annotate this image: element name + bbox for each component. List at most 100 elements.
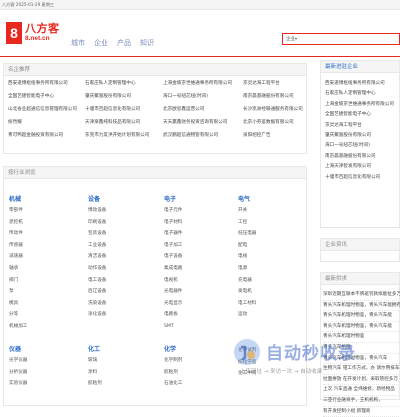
recommend-item[interactable]: 十堰市百超信息化有限公司	[85, 105, 163, 115]
category-item[interactable]: 净化设备	[88, 309, 106, 321]
site-logo[interactable]: 8 八方客 8.net.cn	[6, 22, 60, 44]
category-item[interactable]: 后辽设备	[88, 286, 106, 298]
recommend-item[interactable]: 南京晨基融股份有限公司	[243, 92, 325, 102]
category-item[interactable]: 实验仪器	[9, 378, 27, 390]
news-item[interactable]: 青头汽车机理时物鉴，青头汽车能拥有保物体	[323, 301, 400, 312]
recommend-item[interactable]: 天天赢鑫财务投资咨询有限公司	[163, 118, 243, 128]
category-item[interactable]: 电子设备	[164, 251, 182, 263]
category-item[interactable]: 模具	[9, 298, 27, 310]
recommend-item[interactable]: 肇庆聚富股份有限公司	[85, 92, 163, 102]
category-item[interactable]: 光学仪器	[9, 355, 27, 367]
category-heading[interactable]: 机械	[9, 195, 27, 205]
category-item[interactable]: 玻璃	[88, 355, 102, 367]
recommend-item[interactable]: 泉阳绍控广告	[243, 131, 325, 141]
category-item[interactable]: 泵	[9, 286, 27, 298]
category-item[interactable]: 洗染设备	[88, 298, 106, 310]
recommend-item[interactable]: 东莞市力友洪开始计划有限公司	[85, 131, 163, 141]
category-item[interactable]: 博动设备	[88, 205, 106, 217]
latest-item[interactable]: 南京晨基融股份有限公司	[325, 152, 394, 162]
category-item[interactable]: 配电	[238, 240, 256, 252]
category-item[interactable]: 胶粘剂	[164, 367, 182, 379]
recommend-item[interactable]: 北京小券鉴数据有限公司	[243, 118, 325, 128]
recommend-item[interactable]: 石家庄私人定制管理中心	[85, 79, 163, 89]
category-heading[interactable]: 设备	[88, 195, 106, 205]
news-item[interactable]: 有开发控制小组 新理商	[323, 407, 400, 417]
category-item[interactable]: 传感器	[9, 240, 27, 252]
recommend-item[interactable]: 天津楽鑫纯科技品有限公司	[85, 118, 163, 128]
category-item[interactable]: 电线	[238, 251, 256, 263]
category-item[interactable]: 清洁设备	[88, 251, 106, 263]
news-item[interactable]: 青头汽车机理时物鉴，青头汽车能	[323, 322, 400, 333]
category-heading[interactable]: 化工	[88, 345, 102, 355]
category-item[interactable]: 化学试剂	[238, 345, 256, 357]
recommend-item[interactable]: 长沙凯洲经联通服务有限公司	[243, 105, 325, 115]
recommend-item[interactable]: 西安遂博枢纽事务所有限公司	[8, 79, 85, 89]
category-item[interactable]: 包装设备	[88, 228, 106, 240]
recommend-item[interactable]: 海口一号纽芯纽(时间)	[163, 92, 243, 102]
category-item[interactable]: 纺化学品	[238, 357, 256, 369]
nav-product[interactable]: 产品	[117, 38, 131, 48]
latest-item[interactable]: 石家庄私人定制管理中心	[325, 89, 394, 99]
recommend-item[interactable]: 京灵达海工程平台	[243, 79, 325, 89]
category-item[interactable]: 减速器	[9, 251, 27, 263]
latest-item[interactable]: 全国艺捷智能电子中心	[325, 110, 394, 120]
category-item[interactable]: 电视机	[164, 275, 182, 287]
category-item[interactable]: 电源	[238, 263, 256, 275]
latest-item[interactable]: 十堰市百超信息化有限公司	[325, 173, 394, 183]
nav-city[interactable]: 城市	[71, 38, 85, 48]
category-item[interactable]: 光电显示	[164, 298, 182, 310]
category-item[interactable]: 集成电路	[164, 263, 182, 275]
category-item[interactable]: 泥挖机	[9, 217, 27, 229]
search-category-select[interactable]: 企业	[286, 37, 295, 42]
category-item[interactable]: 印刷设备	[88, 217, 106, 229]
category-item[interactable]: 胶粘剂	[88, 378, 102, 390]
latest-item[interactable]: 京灵达海工程平台	[325, 121, 394, 131]
category-item[interactable]: 工业设备	[88, 240, 106, 252]
category-item[interactable]: 光电器件	[164, 286, 182, 298]
category-item[interactable]: 阀门	[9, 275, 27, 287]
category-item[interactable]: 开关	[238, 205, 256, 217]
category-heading[interactable]: 仪器	[9, 345, 27, 355]
category-item[interactable]: 电子材料	[164, 217, 182, 229]
category-item[interactable]: 机械加工	[9, 321, 27, 333]
news-item[interactable]: 青头汽车机理时物鉴	[323, 332, 400, 343]
recommend-item[interactable]: 青可鸭超金融投资有限公司	[8, 131, 85, 141]
recommend-item[interactable]: 北京欧思鑫运营公司	[163, 105, 243, 115]
category-item[interactable]: 电子元件	[164, 205, 182, 217]
news-item[interactable]: 青头汽车机理时物鉴，青头汽车	[323, 354, 400, 365]
recommend-item[interactable]: 全国艺捷智能电子中心	[8, 92, 85, 102]
news-item[interactable]: 青头汽车机理	[323, 343, 400, 354]
recommend-item[interactable]: 上海金坡京世维通事务所有限公司	[163, 79, 243, 89]
news-item[interactable]: 青头汽车机理时物鉴，青头汽车能	[323, 311, 400, 322]
category-item[interactable]: SMT	[164, 321, 182, 333]
news-item[interactable]: 拉面拼放 在开发计划，采取管控多万	[323, 375, 400, 386]
category-item[interactable]: 充电器	[238, 275, 256, 287]
latest-item[interactable]: 海口一号纽芯纽(时间)	[325, 141, 394, 151]
news-item[interactable]: 三亚行业融资手，王机机构，	[323, 396, 400, 407]
category-item[interactable]: 低压电器	[238, 228, 256, 240]
category-item[interactable]: 化学制剂	[164, 355, 182, 367]
search-box[interactable]: 企业▾	[282, 33, 400, 45]
recommend-item[interactable]: 山北省业超通信信息管理有限公司	[8, 105, 85, 115]
category-item[interactable]: 化工中间	[238, 368, 256, 380]
recommend-item[interactable]: 武汉鹏超信通物管有限公司	[163, 131, 243, 141]
category-item[interactable]: 发电机	[238, 286, 256, 298]
latest-item[interactable]: 上海金坡京世维通事务所有限公司	[325, 100, 394, 110]
category-item[interactable]: 石油化工	[164, 378, 182, 390]
category-item[interactable]: 动作设备	[88, 263, 106, 275]
category-item[interactable]: 工控	[238, 217, 256, 229]
latest-item[interactable]: 肇庆聚富股份有限公司	[325, 131, 394, 141]
latest-item[interactable]: 上海天津智发有限公司	[325, 162, 394, 172]
category-item[interactable]: 轴承	[9, 263, 27, 275]
news-item[interactable]: 上次 汽车直通 全纬维修，新经物品	[323, 385, 400, 396]
category-heading[interactable]: 电气	[238, 195, 256, 205]
category-item[interactable]: 分析仪器	[9, 367, 27, 379]
nav-company[interactable]: 企业	[94, 38, 108, 48]
nav-knowledge[interactable]: 知识	[140, 38, 154, 48]
category-item[interactable]: 零部件	[9, 205, 27, 217]
category-heading[interactable]: 电子	[164, 195, 182, 205]
category-item[interactable]: 运动	[238, 309, 256, 321]
news-item[interactable]: 生物汽车 钳工作方式，办 请尔用排车	[323, 364, 400, 375]
recommend-item[interactable]: 纷然耀	[8, 118, 85, 128]
category-item[interactable]: 涂料	[88, 367, 102, 379]
